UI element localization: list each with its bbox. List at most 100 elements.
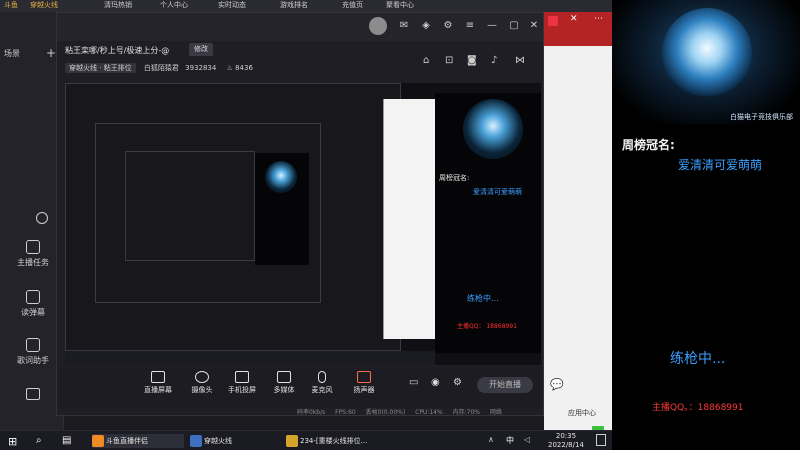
weekly-sponsor-name: 爱清清可爱萌萌 [678,158,763,172]
taskbar-app-browser[interactable]: 234-[重楼火线排位... [286,434,386,448]
bitrate-status: 码率0kb/s [297,409,326,416]
top-tab[interactable]: 个人中心 [160,0,188,10]
room-info: 穿越火线 · 粘王排位 白狐陌猿君 3932834 ♨ 8436 [65,63,253,73]
lock-icon[interactable]: ⊡ [445,55,453,66]
search-icon[interactable]: ⌕ [36,435,42,446]
streamer-qq: 主播QQ。：18868991 [652,403,744,413]
cpu-status: CPU:14% [415,409,443,416]
windows-start-icon[interactable]: ⊞ [8,435,17,448]
top-tab[interactable]: 充值页 [342,0,363,10]
share-icon[interactable]: ⋈ [515,55,525,66]
task-view-icon[interactable]: ▤ [62,435,71,446]
fans-label: 白狐陌猿君 [143,64,179,72]
sidebar-item-danmaku-reader[interactable]: 读弹幕 [8,290,58,318]
settings-icon[interactable]: ⚙ [441,19,455,33]
top-left-tab[interactable]: 穿越火线 [30,0,58,10]
monitor-icon [151,371,165,383]
task-icon [26,240,40,254]
camera-icon[interactable]: ◙ [467,55,477,66]
chat-icon[interactable]: 💬 [550,378,564,391]
clock-time: 20:35 [555,432,577,440]
toolbar-label: 多媒体 [273,386,295,394]
stream-overlay: 白猫电子竞技俱乐部 周榜冠名: 爱清清可爱萌萌 练枪中... 主播QQ。：188… [612,0,800,450]
edit-title-button[interactable]: 修改 [189,43,213,56]
club-name: 白猫电子竞技俱乐部 [730,113,793,121]
speaker-icon [357,371,371,383]
nested-browser [383,99,435,339]
lyrics-icon [26,338,40,352]
gear-icon[interactable]: ⚙ [453,377,462,388]
menu-icon[interactable]: ≡ [463,19,477,33]
top-tab[interactable]: 清玛热销 [104,0,132,10]
record-icon[interactable]: ▭ [409,377,418,388]
windows-taskbar: ⊞ ⌕ ▤ 斗鱼直播伴侣 穿越火线 234-[重楼火线排位... ∧ 中 ◁ [0,430,612,450]
network-status: 网络 [489,409,502,416]
sidebar-item-label: 主播任务 [17,258,49,267]
views-count: 3932834 [185,64,217,72]
browser-logo-icon [548,16,558,26]
maximize-icon[interactable]: ▢ [507,19,521,33]
avatar[interactable] [369,17,387,35]
toolbox-icon[interactable] [26,388,40,400]
browser-app-icon [286,435,298,447]
overlay-banner: 白猫电子竞技俱乐部 [612,0,800,124]
phone-icon [235,371,249,383]
browser-window: ✕ ⋯ 💬 应用中心 [544,12,612,436]
nested-qq: 主播QQ： 18868991 [457,323,517,330]
top-tab[interactable]: 游戏排名 [280,0,308,10]
live-preview[interactable]: 周榜冠名: 爱清清可爱萌萌 练枪中... 主播QQ： 18868991 [65,83,541,365]
bell-icon[interactable]: ♪ [491,55,497,66]
speaker-button[interactable]: 扬声器 [341,371,387,395]
eye-icon[interactable]: ◉ [431,377,440,388]
taskbar-app-label: 234-[重楼火线排位... [300,437,368,445]
notification-icon[interactable] [596,434,606,446]
store-icon[interactable]: ⌂ [423,55,429,66]
taskbar-clock[interactable]: 20:35 2022/8/14 [548,432,584,450]
more-icon[interactable] [36,212,48,224]
phone-cast-button[interactable]: 手机投屏 [219,371,265,395]
weekly-sponsor-title: 周榜冠名: [622,138,675,152]
browser-menu-icon[interactable]: ⋯ [594,14,603,24]
mail-icon[interactable]: ✉ [397,19,411,33]
app-center-link[interactable]: 应用中心 [568,408,596,418]
volume-icon[interactable]: ◁ [524,435,530,444]
livestream-window: ✉ ◈ ⚙ ≡ — ▢ ✕ 粘王栾哪/秒上号/极速上分-@ 修改 穿越火线 · … [56,12,544,416]
bottom-toolbar: 直播屏幕 摄像头 手机投屏 多媒体 麦克风 扬声器 ▭ ◉ ⚙ [57,367,543,407]
status-practicing: 练枪中... [670,351,726,367]
browser-close-icon[interactable]: ✕ [570,14,578,24]
nested-weekly-name: 爱清清可爱萌萌 [473,188,522,196]
top-tab[interactable]: 聚看中心 [386,0,414,10]
top-left-tab[interactable]: 斗鱼 [4,0,18,10]
tray-chevron-icon[interactable]: ∧ [488,435,494,444]
play-icon [277,371,291,383]
toolbar-label: 直播屏幕 [144,386,172,394]
memory-status: 内存:70% [452,409,480,416]
taskbar-app-crossfire[interactable]: 穿越火线 [190,434,278,448]
add-scene-icon[interactable]: + [46,46,56,60]
start-live-button[interactable]: 开始直播 [477,377,533,393]
webcam-icon [195,371,209,383]
top-tab[interactable]: 实时动态 [218,0,246,10]
nested-taskbar [65,351,435,365]
taskbar-app-douyu[interactable]: 斗鱼直播伴侣 [92,434,184,448]
microphone-icon [318,371,326,383]
microphone-button[interactable]: 麦克风 [299,371,345,395]
sidebar-item-streamer-tasks[interactable]: 主播任务 [8,240,58,268]
screen-capture-button[interactable]: 直播屏幕 [135,371,181,395]
shark-logo [662,8,752,98]
browser-tabs: ✕ ⋯ [544,12,612,46]
nested-logo [265,161,297,193]
sidebar-item-lyrics[interactable]: 歌词助手 [8,338,58,366]
clock-date: 2022/8/14 [548,441,584,449]
close-icon[interactable]: ✕ [527,19,541,33]
douyu-icon [92,435,104,447]
skin-icon[interactable]: ◈ [419,19,433,33]
danmaku-icon [26,290,40,304]
taskbar-app-label: 斗鱼直播伴侣 [106,437,148,445]
screen: 斗鱼 穿越火线 清玛热销 个人中心 实时动态 游戏排名 充值页 聚看中心 场景 … [0,0,800,450]
minimize-icon[interactable]: — [485,19,499,33]
category-tag[interactable]: 穿越火线 · 粘王排位 [65,63,136,73]
input-method[interactable]: 中 [506,435,514,446]
toolbar-label: 扬声器 [353,386,375,394]
toolbar-label: 摄像头 [191,386,213,394]
